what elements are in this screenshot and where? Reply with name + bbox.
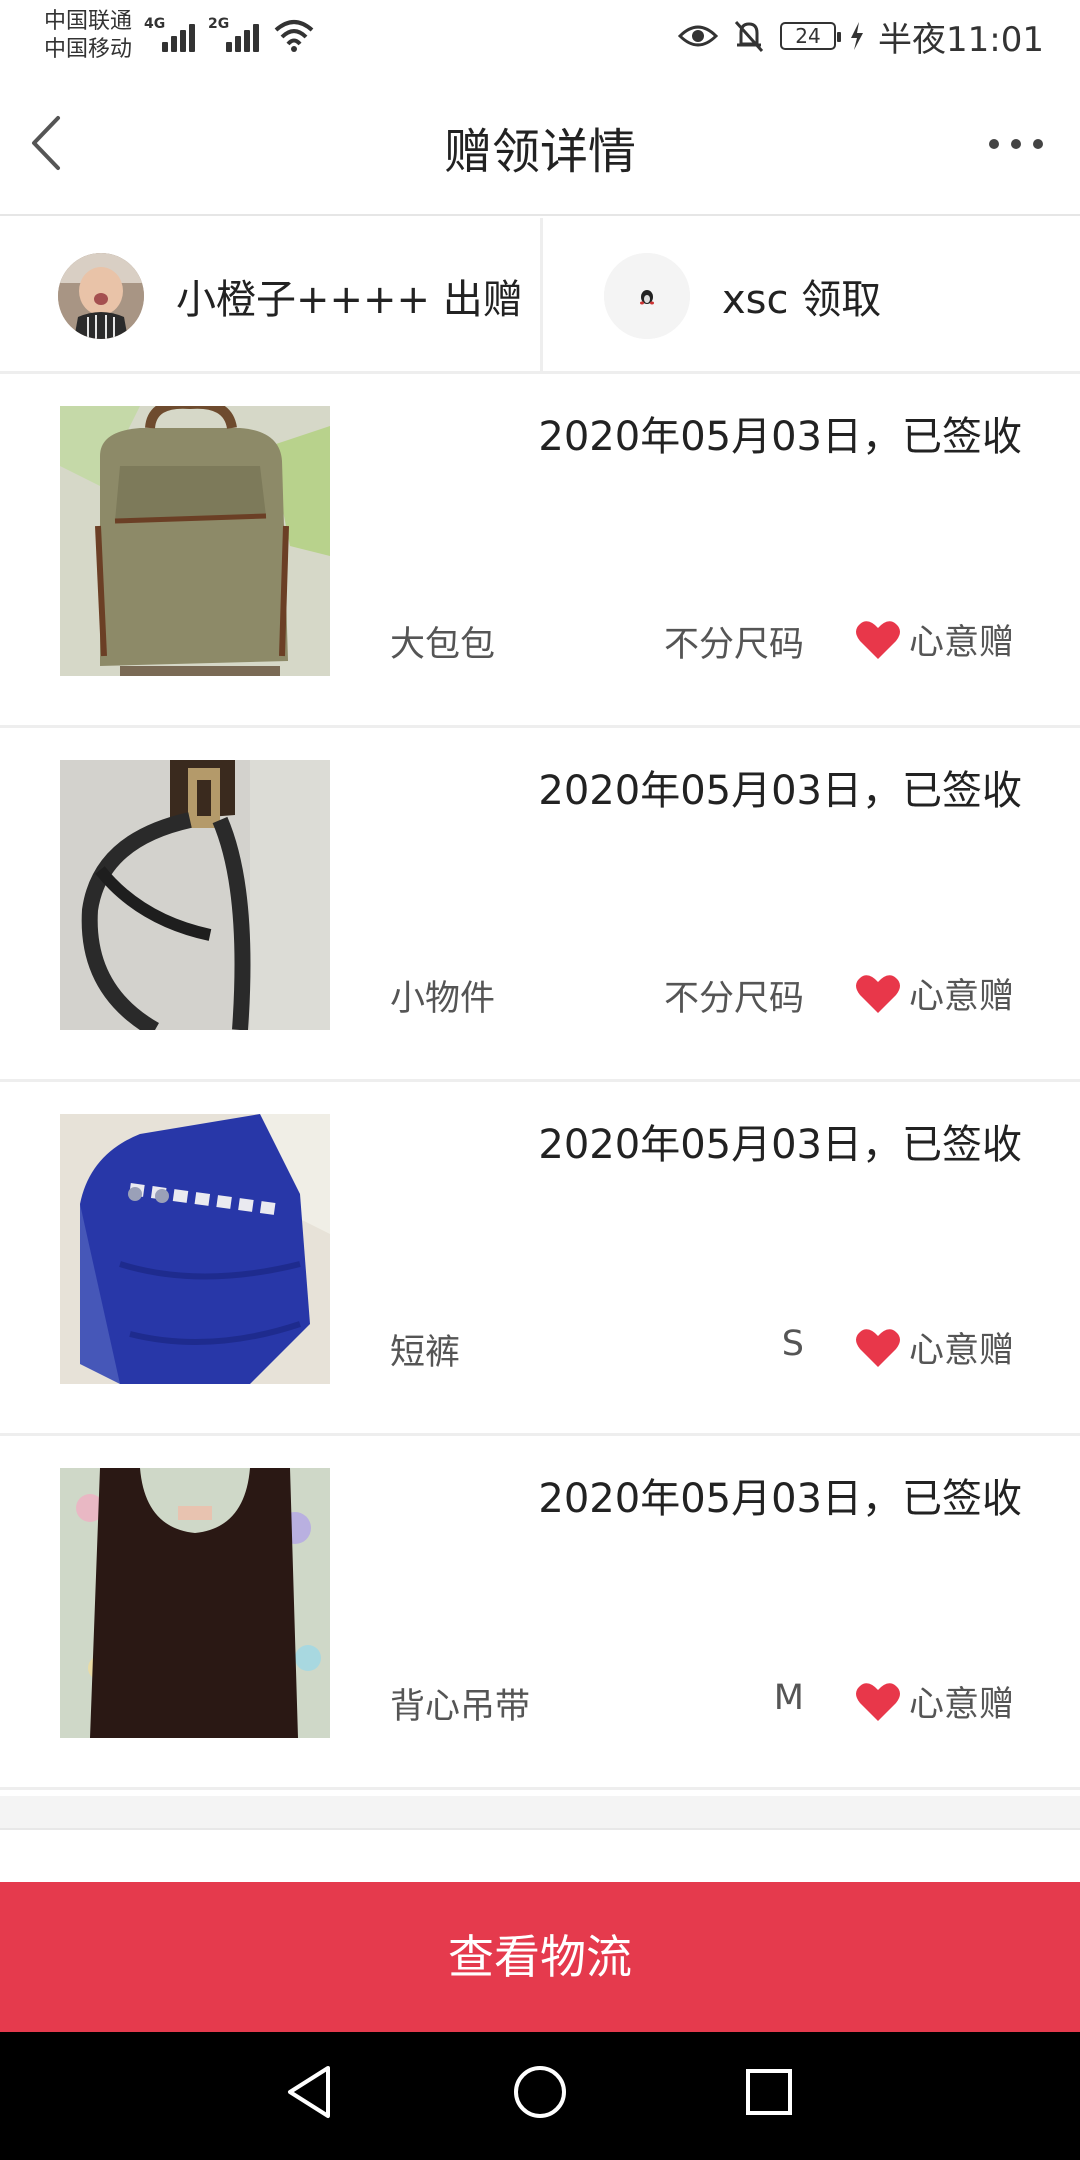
item-size: S bbox=[781, 1324, 804, 1364]
gift-parties: 小橙子++++ 出赠 xsc 领取 bbox=[0, 218, 1080, 374]
nav-bar: 赠领详情 bbox=[0, 72, 1080, 216]
charging-icon bbox=[851, 22, 864, 50]
item-name: 背心吊带 bbox=[390, 1687, 531, 1727]
clock: 半夜11:01 bbox=[878, 19, 1044, 60]
gift-type: 心意赠 bbox=[855, 1676, 1014, 1727]
giver-label: 小橙子++++ 出赠 bbox=[176, 277, 523, 323]
carrier-info: 中国联通 中国移动 bbox=[44, 8, 132, 64]
system-nav-bar bbox=[0, 2032, 1080, 2160]
item-name: 大包包 bbox=[390, 625, 496, 665]
gift-label: 心意赠 bbox=[908, 977, 1014, 1017]
item-photo-tank-top[interactable] bbox=[60, 1468, 330, 1738]
carrier-2: 中国移动 bbox=[44, 37, 133, 62]
heart-icon bbox=[855, 974, 900, 1013]
gift-type: 心意赠 bbox=[855, 1322, 1014, 1373]
item-list: 2020年05月03日，已签收 大包包 不分尺码 心意赠 2020年05月03日… bbox=[0, 374, 1080, 1790]
back-triangle-icon[interactable] bbox=[284, 2062, 334, 2122]
gift-label: 心意赠 bbox=[908, 1685, 1014, 1725]
party-divider bbox=[540, 218, 543, 374]
list-item[interactable]: 2020年05月03日，已签收 大包包 不分尺码 心意赠 bbox=[0, 374, 1080, 728]
list-item[interactable]: 2020年05月03日，已签收 短裤 S 心意赠 bbox=[0, 1082, 1080, 1436]
gift-type: 心意赠 bbox=[855, 614, 1014, 665]
heart-icon bbox=[855, 1682, 900, 1721]
more-horizontal-icon bbox=[989, 139, 1043, 149]
gift-label: 心意赠 bbox=[908, 623, 1014, 663]
carrier-1: 中国联通 bbox=[44, 9, 133, 34]
item-date-status: 2020年05月03日，已签收 bbox=[538, 768, 1022, 814]
battery-indicator: 24 bbox=[780, 22, 842, 50]
heart-icon bbox=[855, 620, 900, 659]
gift-type: 心意赠 bbox=[855, 968, 1014, 1019]
giver-party[interactable]: 小橙子++++ 出赠 bbox=[58, 218, 523, 374]
item-name: 小物件 bbox=[390, 979, 496, 1019]
wifi-icon bbox=[274, 20, 314, 52]
item-date-status: 2020年05月03日，已签收 bbox=[538, 1122, 1022, 1168]
item-size: 不分尺码 bbox=[663, 979, 804, 1019]
recents-square-icon[interactable] bbox=[744, 2062, 794, 2122]
item-date-status: 2020年05月03日，已签收 bbox=[538, 414, 1022, 460]
receiver-avatar[interactable] bbox=[604, 253, 690, 339]
section-gap bbox=[0, 1796, 1080, 1830]
list-item[interactable]: 2020年05月03日，已签收 背心吊带 M 心意赠 bbox=[0, 1436, 1080, 1790]
item-photo-backpack[interactable] bbox=[60, 406, 330, 676]
item-photo-shorts[interactable] bbox=[60, 1114, 330, 1384]
more-button[interactable] bbox=[980, 116, 1052, 172]
item-name: 短裤 bbox=[390, 1333, 461, 1373]
status-bar: 中国联通 中国移动 4G 2G 24 半夜11:01 bbox=[0, 0, 1080, 72]
view-logistics-button[interactable]: 查看物流 bbox=[0, 1882, 1080, 2032]
list-item[interactable]: 2020年05月03日，已签收 小物件 不分尺码 心意赠 bbox=[0, 728, 1080, 1082]
heart-icon bbox=[855, 1328, 900, 1367]
mute-bell-icon bbox=[734, 20, 764, 53]
item-size: M bbox=[773, 1678, 804, 1718]
page-title: 赠领详情 bbox=[443, 124, 636, 180]
home-circle-icon[interactable] bbox=[512, 2062, 568, 2122]
receiver-party[interactable]: xsc 领取 bbox=[604, 218, 881, 374]
item-photo-belt[interactable] bbox=[60, 760, 330, 1030]
eye-icon bbox=[678, 25, 719, 47]
receiver-label: xsc 领取 bbox=[722, 277, 882, 323]
item-size: 不分尺码 bbox=[663, 625, 804, 665]
gift-label: 心意赠 bbox=[908, 1331, 1014, 1371]
item-date-status: 2020年05月03日，已签收 bbox=[538, 1476, 1022, 1522]
giver-avatar[interactable] bbox=[58, 253, 144, 339]
